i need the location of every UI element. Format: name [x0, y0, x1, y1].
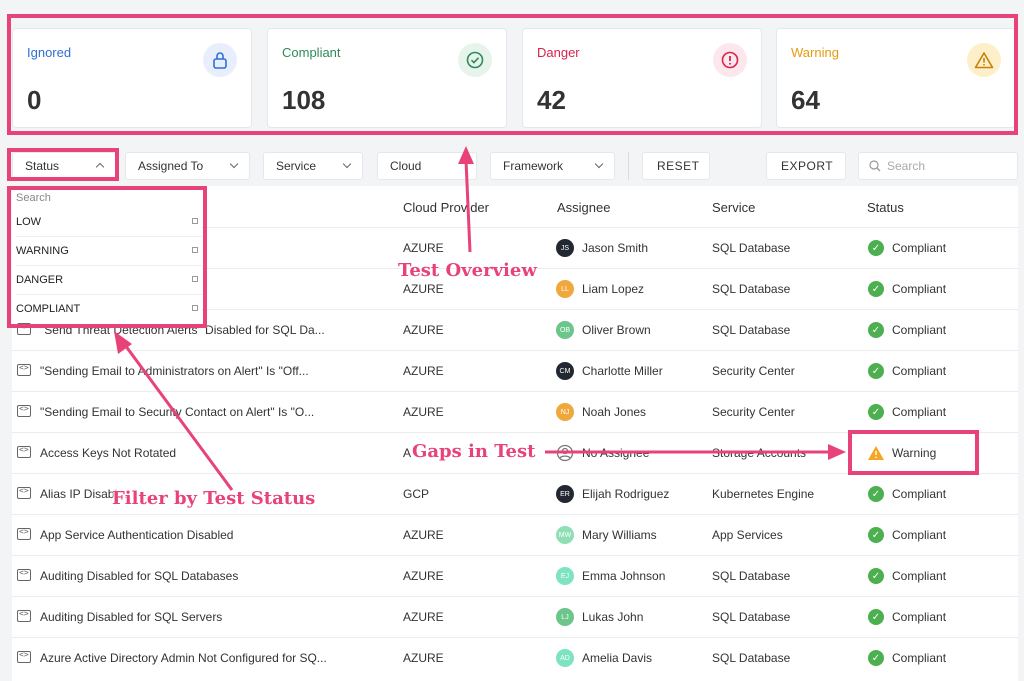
annotation-gaps-in-test: Gaps in Test [412, 441, 536, 462]
annotation-arrows [114, 146, 846, 491]
arrow-filter-status [123, 344, 234, 491]
annotation-test-overview: Test Overview [398, 260, 537, 281]
arrow-test-overview [464, 159, 472, 253]
annotation-filter-by-status: Filter by Test Status [112, 488, 316, 509]
